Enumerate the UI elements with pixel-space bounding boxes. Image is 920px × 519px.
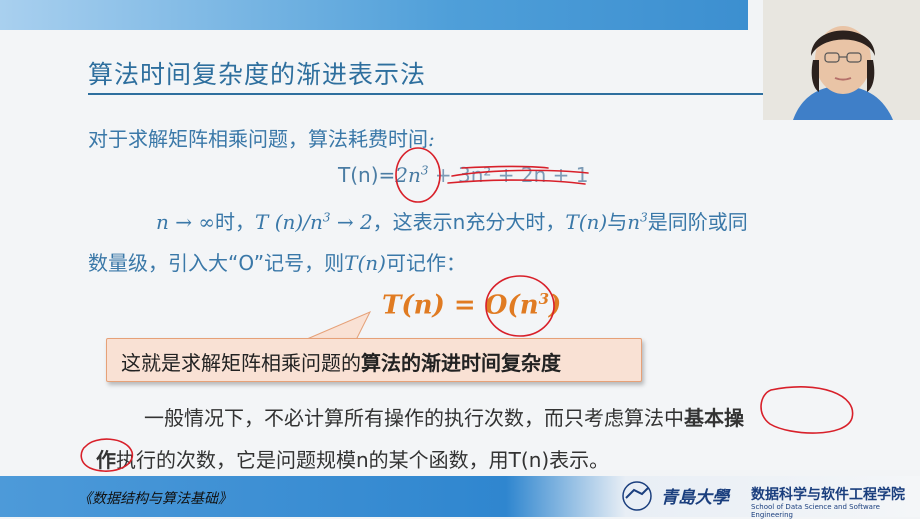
callout-box: 这就是求解矩阵相乘问题的算法的渐进时间复杂度	[106, 338, 642, 382]
callout-prefix: 这就是求解矩阵相乘问题的	[121, 351, 361, 375]
university-logo-text: 青島大學	[661, 488, 729, 508]
callout-text: 这就是求解矩阵相乘问题的算法的渐进时间复杂度	[121, 347, 561, 376]
presenter-video	[763, 0, 920, 120]
para-basic-op: 基本操	[684, 406, 744, 430]
university-emblem-icon	[622, 481, 652, 511]
book-title: 《数据结构与算法基础》	[78, 491, 232, 507]
para-line-2: 作执行的次数，它是问题规模n的某个函数，用T(n)表示。	[96, 444, 609, 473]
callout-bold: 算法的渐进时间复杂度	[361, 351, 561, 375]
school-name-cn: 数据科学与软件工程学院	[751, 487, 905, 503]
para-line2-text: 执行的次数，它是问题规模n的某个函数，用T(n)表示。	[116, 448, 610, 472]
para-line-1: 一般情况下，不必计算所有操作的执行次数，而只考虑算法中基本操	[144, 402, 744, 431]
para-op-char: 作	[96, 448, 116, 472]
presenter-avatar-icon	[763, 0, 920, 120]
para-line1-text: 一般情况下，不必计算所有操作的执行次数，而只考虑算法中	[144, 406, 684, 430]
